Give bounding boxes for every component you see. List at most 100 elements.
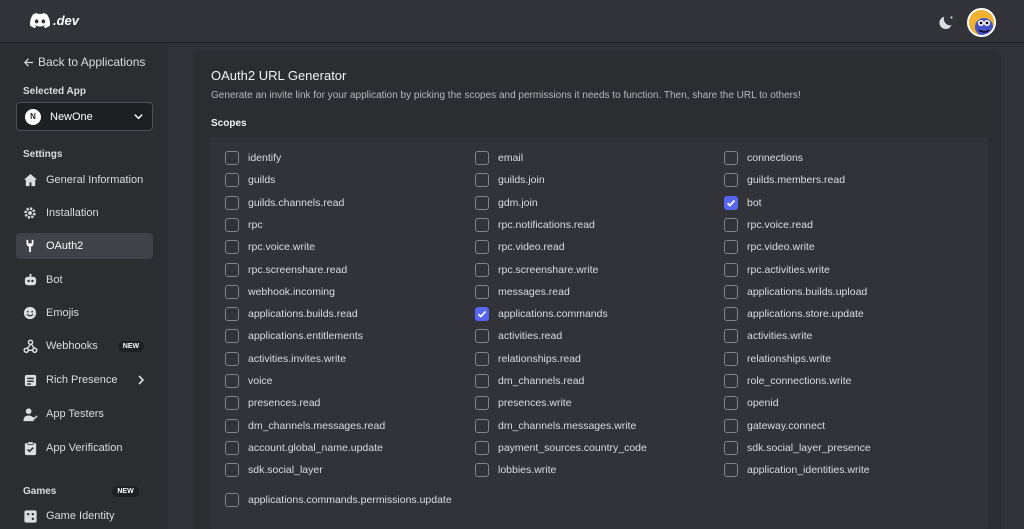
scope-checkbox-row[interactable]: rpc.screenshare.write <box>475 262 598 278</box>
checkbox[interactable] <box>475 284 489 299</box>
checkbox[interactable] <box>225 440 239 455</box>
checkbox[interactable] <box>475 240 489 255</box>
scope-checkbox-row[interactable]: gdm.join <box>475 195 538 211</box>
scope-checkbox-row[interactable]: rpc.voice.write <box>225 239 315 255</box>
scope-checkbox-row[interactable]: presences.read <box>225 395 320 411</box>
checkbox[interactable] <box>225 284 239 299</box>
scope-checkbox-row[interactable]: rpc.video.write <box>724 239 815 255</box>
sidebar-item-general-information[interactable]: General Information <box>16 167 153 193</box>
checkbox[interactable] <box>225 396 239 411</box>
checkbox[interactable] <box>225 351 239 366</box>
scope-checkbox-row[interactable]: account.global_name.update <box>225 440 383 456</box>
scope-checkbox-row[interactable]: bot <box>724 195 762 211</box>
checkbox[interactable] <box>724 440 738 455</box>
scope-checkbox-row[interactable]: lobbies.write <box>475 462 556 478</box>
checkbox[interactable] <box>475 463 489 478</box>
checkbox[interactable] <box>225 463 239 478</box>
scope-checkbox-row[interactable]: guilds.members.read <box>724 172 845 188</box>
checkbox[interactable] <box>225 418 239 433</box>
checkbox[interactable] <box>225 240 239 255</box>
app-selector-dropdown[interactable]: N NewOne <box>16 102 153 131</box>
checkbox[interactable] <box>724 173 738 188</box>
user-avatar[interactable] <box>967 8 996 37</box>
scope-checkbox-row[interactable]: payment_sources.country_code <box>475 440 647 456</box>
checkbox[interactable] <box>225 493 239 507</box>
scope-checkbox-row[interactable]: applications.commands.permissions.update <box>225 492 452 508</box>
scope-checkbox-row[interactable]: guilds.channels.read <box>225 195 344 211</box>
checkbox[interactable] <box>225 307 239 322</box>
sidebar-item-installation[interactable]: Installation <box>16 200 153 226</box>
checkbox[interactable] <box>225 374 239 388</box>
scope-checkbox-row[interactable]: connections <box>724 150 803 166</box>
scope-checkbox-row[interactable]: applications.entitlements <box>225 328 363 344</box>
scope-checkbox-row[interactable]: dm_channels.messages.read <box>225 418 385 434</box>
scope-checkbox-row[interactable]: activities.invites.write <box>225 351 346 367</box>
scope-checkbox-row[interactable]: gateway.connect <box>724 418 825 434</box>
scope-checkbox-row[interactable]: sdk.social_layer <box>225 462 323 478</box>
checkbox[interactable] <box>475 440 489 455</box>
checkbox-checked[interactable] <box>724 195 738 210</box>
scope-checkbox-row[interactable]: rpc.voice.read <box>724 217 813 233</box>
checkbox[interactable] <box>724 284 738 299</box>
checkbox[interactable] <box>475 374 489 388</box>
checkbox[interactable] <box>475 151 489 165</box>
checkbox[interactable] <box>475 418 489 433</box>
scope-checkbox-row[interactable]: dm_channels.messages.write <box>475 418 636 434</box>
scope-checkbox-row[interactable]: identify <box>225 150 281 166</box>
scope-checkbox-row[interactable]: rpc.activities.write <box>724 262 830 278</box>
scope-checkbox-row[interactable]: email <box>475 150 523 166</box>
scope-checkbox-row[interactable]: applications.builds.upload <box>724 284 867 300</box>
theme-moon-icon[interactable] <box>938 13 956 31</box>
checkbox[interactable] <box>724 240 738 255</box>
scope-checkbox-row[interactable]: applications.builds.read <box>225 306 358 322</box>
scope-checkbox-row[interactable]: guilds <box>225 172 275 188</box>
checkbox[interactable] <box>225 173 239 188</box>
checkbox[interactable] <box>724 151 738 165</box>
checkbox[interactable] <box>724 351 738 366</box>
scope-checkbox-row[interactable]: applications.store.update <box>724 306 864 322</box>
sidebar-item-oauth2[interactable]: OAuth2 <box>16 233 153 259</box>
checkbox[interactable] <box>724 374 738 388</box>
sidebar-item-bot[interactable]: Bot <box>16 267 153 293</box>
sidebar-item-webhooks[interactable]: Webhooks NEW <box>16 333 153 359</box>
scope-checkbox-row[interactable]: presences.write <box>475 395 572 411</box>
scope-checkbox-row[interactable]: rpc.screenshare.read <box>225 262 347 278</box>
checkbox[interactable] <box>724 396 738 411</box>
checkbox[interactable] <box>475 217 489 232</box>
sidebar-item-app-testers[interactable]: App Testers <box>16 401 153 427</box>
checkbox[interactable] <box>475 329 489 344</box>
checkbox[interactable] <box>475 173 489 188</box>
scope-checkbox-row[interactable]: voice <box>225 373 273 389</box>
checkbox[interactable] <box>475 351 489 366</box>
scope-checkbox-row[interactable]: rpc.video.read <box>475 239 565 255</box>
checkbox[interactable] <box>225 217 239 232</box>
discord-dev-logo[interactable]: .dev <box>30 13 79 28</box>
checkbox[interactable] <box>724 262 738 277</box>
checkbox-checked[interactable] <box>475 307 489 322</box>
scope-checkbox-row[interactable]: rpc <box>225 217 263 233</box>
checkbox[interactable] <box>475 396 489 411</box>
checkbox[interactable] <box>724 463 738 478</box>
checkbox[interactable] <box>225 151 239 165</box>
scope-checkbox-row[interactable]: role_connections.write <box>724 373 851 389</box>
checkbox[interactable] <box>724 307 738 322</box>
sidebar-item-app-verification[interactable]: App Verification <box>16 435 153 461</box>
sidebar-item-game-identity[interactable]: Game Identity <box>16 503 153 529</box>
checkbox[interactable] <box>225 262 239 277</box>
sidebar-item-rich-presence[interactable]: Rich Presence <box>16 367 153 393</box>
scope-checkbox-row[interactable]: guilds.join <box>475 172 545 188</box>
checkbox[interactable] <box>475 195 489 210</box>
scope-checkbox-row[interactable]: activities.write <box>724 328 812 344</box>
scope-checkbox-row[interactable]: activities.read <box>475 328 562 344</box>
sidebar-item-emojis[interactable]: Emojis <box>16 300 153 326</box>
checkbox[interactable] <box>475 262 489 277</box>
checkbox[interactable] <box>724 329 738 344</box>
scope-checkbox-row[interactable]: messages.read <box>475 284 570 300</box>
checkbox[interactable] <box>225 195 239 210</box>
checkbox[interactable] <box>724 418 738 433</box>
scope-checkbox-row[interactable]: sdk.social_layer_presence <box>724 440 871 456</box>
scope-checkbox-row[interactable]: webhook.incoming <box>225 284 335 300</box>
checkbox[interactable] <box>225 329 239 344</box>
scope-checkbox-row[interactable]: dm_channels.read <box>475 373 584 389</box>
checkbox[interactable] <box>724 217 738 232</box>
